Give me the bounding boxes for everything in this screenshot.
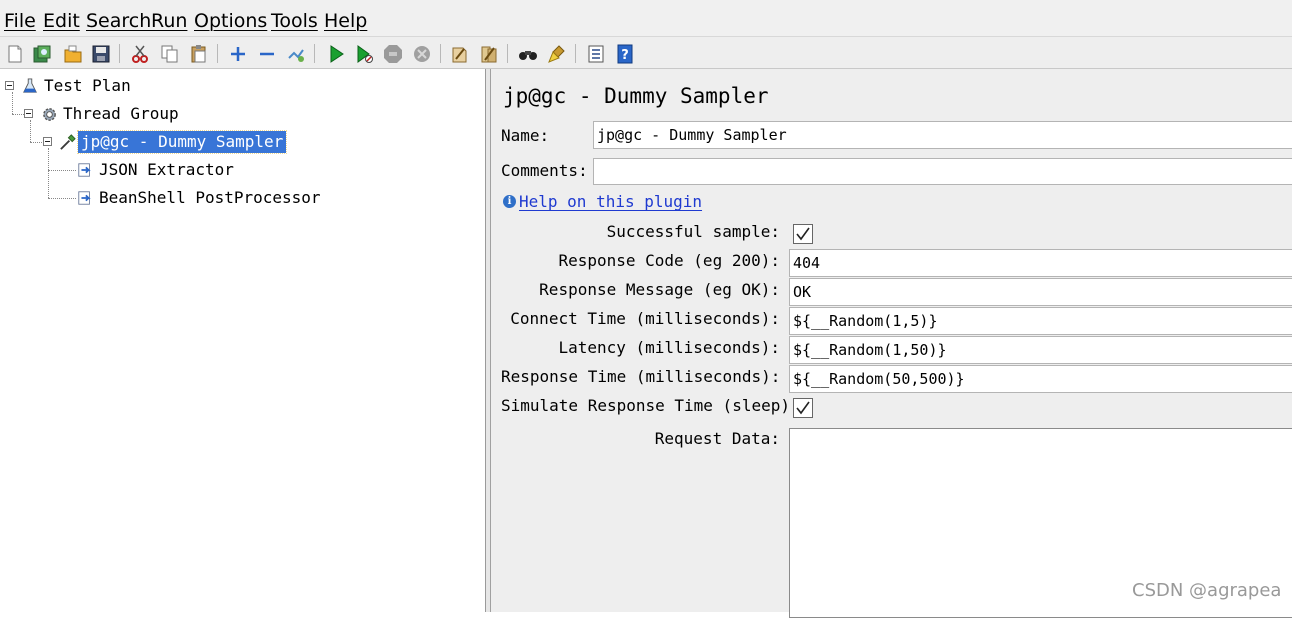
- toolbar-separator: [507, 44, 508, 63]
- expand-icon[interactable]: [227, 43, 249, 65]
- gear-icon: [40, 105, 58, 123]
- postprocessor-icon: [76, 161, 94, 179]
- templates-icon[interactable]: [31, 43, 53, 65]
- successful-sample-label: Successful sample:: [606, 222, 780, 241]
- tree-node-dummy-sampler[interactable]: jp@gc - Dummy Sampler: [58, 130, 288, 154]
- tree-node-label: jp@gc - Dummy Sampler: [76, 130, 288, 154]
- name-field[interactable]: jp@gc - Dummy Sampler: [593, 121, 1292, 149]
- response-message-field[interactable]: OK: [789, 278, 1292, 306]
- clear-icon[interactable]: [448, 43, 470, 65]
- tree-line: [48, 198, 76, 199]
- tree-line: [12, 92, 13, 114]
- panel-title: jp@gc - Dummy Sampler: [503, 84, 769, 108]
- toolbar-separator: [119, 44, 120, 63]
- test-plan-icon: [21, 77, 39, 95]
- function-helper-icon[interactable]: [585, 43, 607, 65]
- toggle-icon[interactable]: [285, 43, 307, 65]
- toolbar: ?: [0, 36, 1292, 69]
- tree-node-label: BeanShell PostProcessor: [99, 188, 321, 207]
- menu-tools[interactable]: Tools: [271, 9, 318, 33]
- connect-time-field[interactable]: ${__Random(1,5)}: [789, 307, 1292, 335]
- postprocessor-icon: [76, 189, 94, 207]
- comments-field[interactable]: [593, 158, 1292, 185]
- response-time-field[interactable]: ${__Random(50,500)}: [789, 365, 1292, 393]
- tree-line: [30, 142, 42, 143]
- toolbar-separator: [314, 44, 315, 63]
- menu-file[interactable]: File: [4, 9, 36, 33]
- cut-icon[interactable]: [129, 43, 151, 65]
- tree-expander[interactable]: [5, 81, 14, 90]
- menu-run[interactable]: Run: [151, 9, 187, 33]
- svg-text:?: ?: [621, 48, 629, 63]
- menu-options[interactable]: Options: [194, 9, 267, 33]
- pipette-icon: [58, 133, 76, 151]
- tree-expander[interactable]: [43, 137, 52, 146]
- tree-line: [30, 120, 31, 142]
- simulate-response-time-checkbox[interactable]: [793, 398, 813, 418]
- request-data-label: Request Data:: [654, 429, 780, 448]
- shutdown-icon[interactable]: [411, 43, 433, 65]
- tree-line: [48, 148, 49, 198]
- response-message-label: Response Message (eg OK):: [539, 280, 780, 299]
- save-icon[interactable]: [90, 43, 112, 65]
- latency-label: Latency (milliseconds):: [558, 338, 780, 357]
- new-icon[interactable]: [4, 43, 26, 65]
- open-icon[interactable]: [62, 43, 84, 65]
- paste-icon[interactable]: [188, 43, 210, 65]
- simulate-response-time-label: Simulate Response Time (sleep):: [501, 396, 800, 415]
- help-icon[interactable]: ?: [614, 43, 636, 65]
- name-label: Name:: [501, 126, 550, 145]
- response-time-label: Response Time (milliseconds):: [501, 367, 781, 386]
- tree-line: [12, 114, 24, 115]
- clear-all-icon[interactable]: [478, 43, 500, 65]
- toolbar-separator: [440, 44, 441, 63]
- connect-time-label: Connect Time (milliseconds):: [510, 309, 780, 328]
- info-icon: i: [503, 195, 516, 208]
- response-code-label: Response Code (eg 200):: [558, 251, 780, 270]
- tree-line: [48, 170, 76, 171]
- menu-search[interactable]: Search: [86, 9, 151, 33]
- stop-icon[interactable]: [382, 43, 404, 65]
- collapse-icon[interactable]: [256, 43, 278, 65]
- response-code-field[interactable]: 404: [789, 249, 1292, 277]
- latency-field[interactable]: ${__Random(1,50)}: [789, 336, 1292, 364]
- tree-node-beanshell-postprocessor[interactable]: BeanShell PostProcessor: [76, 186, 324, 210]
- tree-node-thread-group[interactable]: Thread Group: [40, 102, 182, 126]
- tree-node-label: Test Plan: [44, 76, 131, 95]
- checkmark-icon: [796, 227, 810, 241]
- tree-node-json-extractor[interactable]: JSON Extractor: [76, 158, 237, 182]
- toolbar-separator: [575, 44, 576, 63]
- help-link[interactable]: i Help on this plugin: [503, 192, 702, 211]
- search-icon[interactable]: [517, 43, 539, 65]
- successful-sample-checkbox[interactable]: [793, 224, 813, 244]
- tree-node-label: Thread Group: [63, 104, 179, 123]
- copy-icon[interactable]: [159, 43, 181, 65]
- menu-bar: File Edit Search Run Options Tools Help: [0, 4, 1292, 36]
- watermark: CSDN @agrapea: [1132, 580, 1282, 601]
- tree-expander[interactable]: [24, 109, 33, 118]
- menu-help[interactable]: Help: [324, 9, 367, 33]
- reset-search-icon[interactable]: [546, 43, 568, 65]
- help-link-text[interactable]: Help on this plugin: [519, 192, 702, 211]
- comments-label: Comments:: [501, 161, 588, 180]
- checkmark-icon: [796, 401, 810, 415]
- menu-edit[interactable]: Edit: [43, 9, 80, 33]
- tree-node-test-plan[interactable]: Test Plan: [21, 74, 134, 98]
- start-icon[interactable]: [325, 43, 347, 65]
- start-no-pauses-icon[interactable]: [353, 43, 375, 65]
- toolbar-separator: [217, 44, 218, 63]
- tree-node-label: JSON Extractor: [99, 160, 234, 179]
